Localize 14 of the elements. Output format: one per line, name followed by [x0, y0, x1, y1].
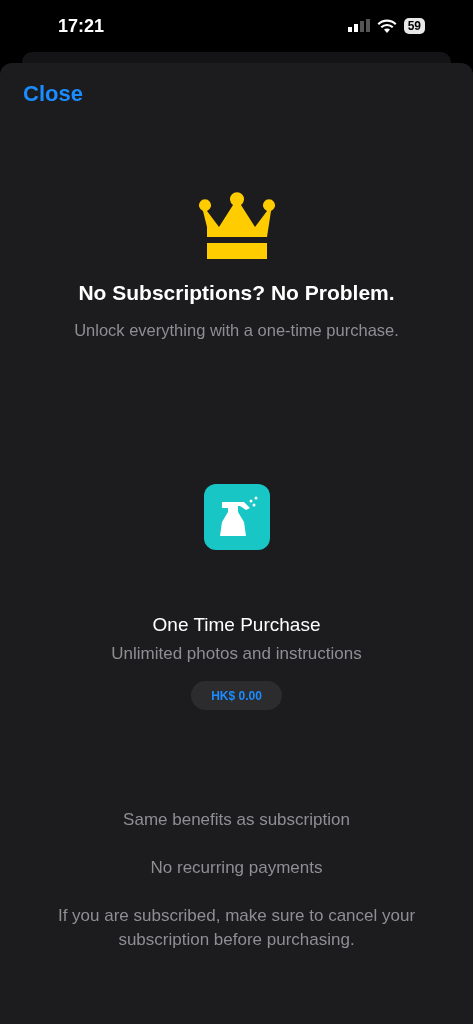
note-text: If you are subscribed, make sure to cancel your subscription before purchasing. — [56, 905, 417, 951]
product-title: One Time Purchase — [152, 614, 321, 636]
note-text: Same benefits as subscription — [122, 809, 351, 831]
time: 17:21 — [58, 15, 106, 37]
close-button[interactable]: Close — [23, 81, 83, 107]
paywall-title: No Subscriptions? No Problem. — [78, 281, 395, 305]
product-description: Unlimited photos and instructions — [111, 644, 362, 664]
signal-icon — [347, 19, 370, 33]
wifi-icon — [376, 19, 397, 33]
note-text: No recurring payments — [149, 857, 324, 879]
battery-icon: 59 — [403, 18, 425, 34]
price-button[interactable]: HK$ 0.00 — [191, 681, 282, 710]
spray-bottle-icon — [203, 484, 270, 550]
paywall-subtitle: Unlock everything with a one-time purchase. — [74, 321, 399, 340]
